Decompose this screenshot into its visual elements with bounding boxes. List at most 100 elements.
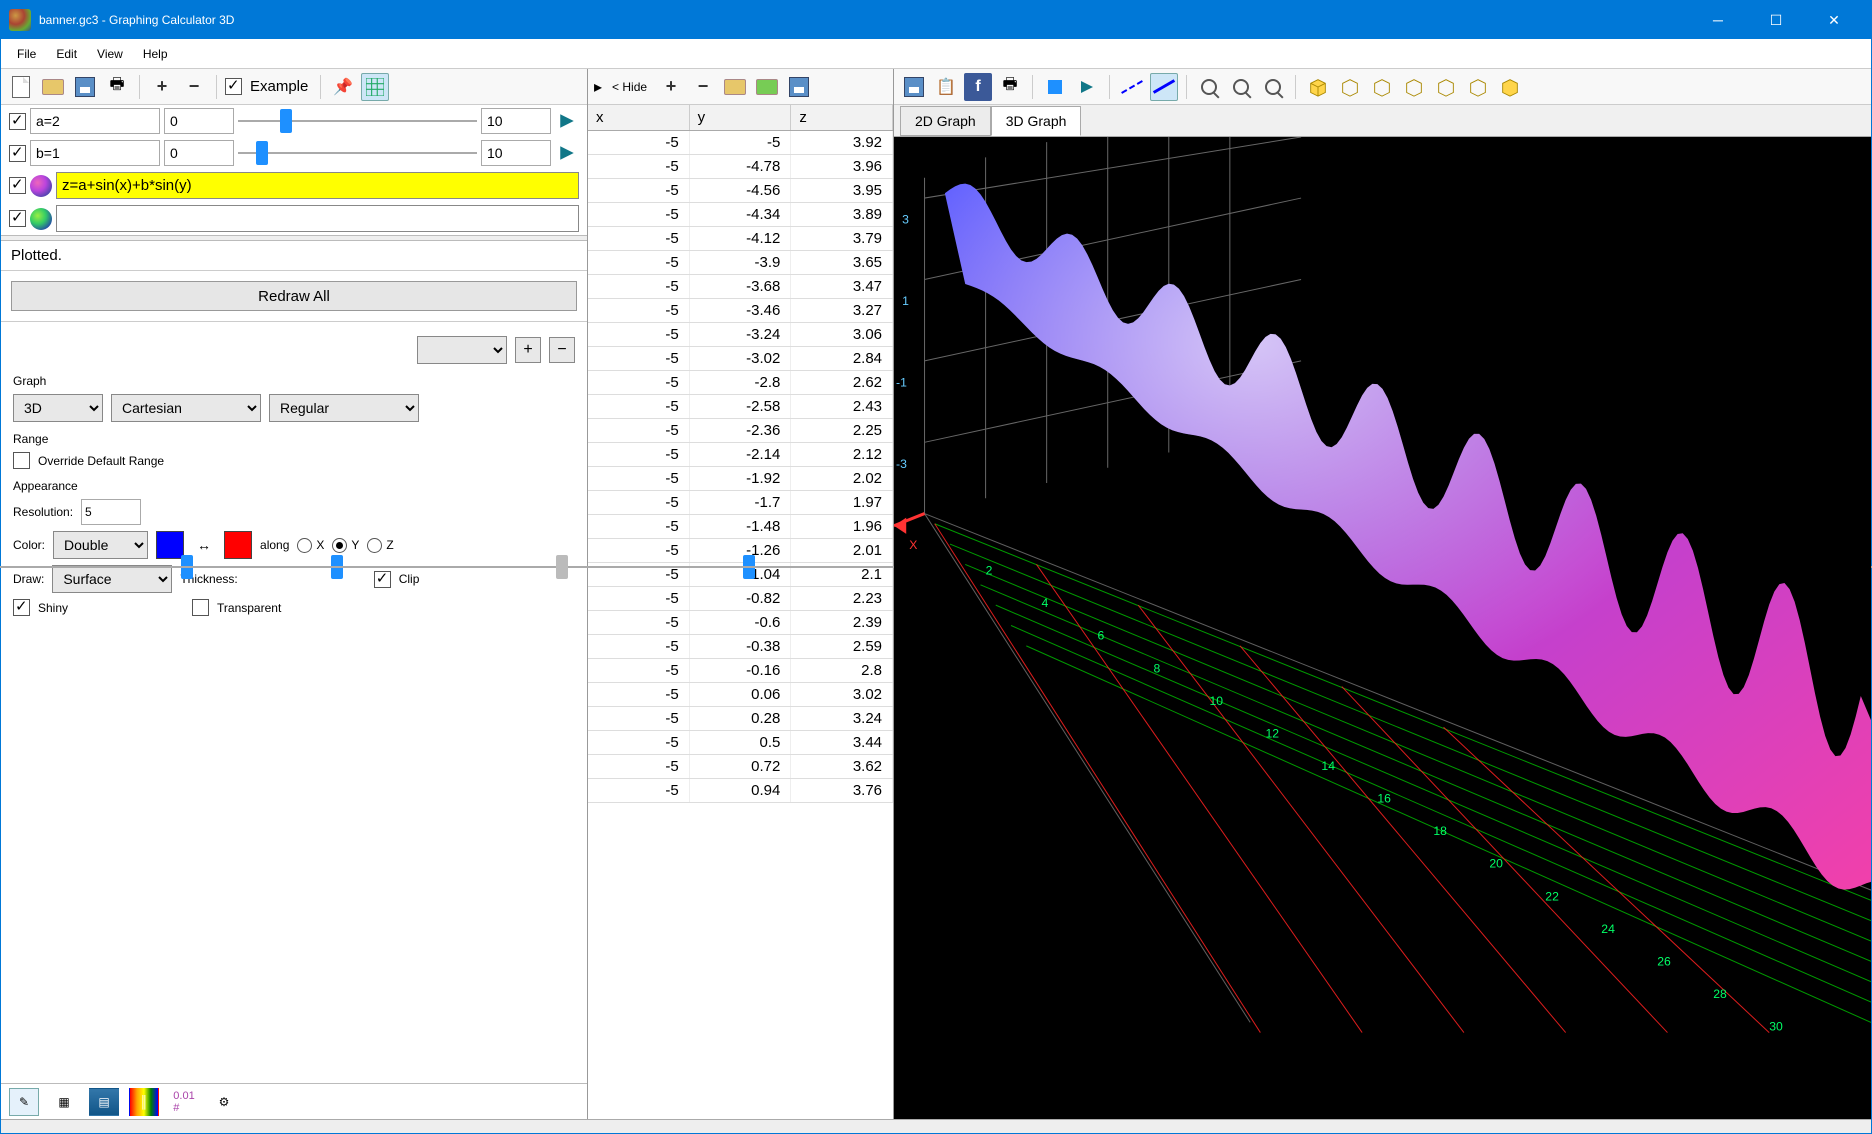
table-row[interactable]: -5-3.683.47 (588, 275, 893, 299)
var-a-max[interactable] (481, 108, 551, 134)
copy-button[interactable]: 📋 (932, 73, 960, 101)
zoom-button[interactable] (1195, 73, 1223, 101)
table-row[interactable]: -5-2.582.43 (588, 395, 893, 419)
draw-mode-select[interactable]: Surface (52, 565, 172, 593)
save-image-button[interactable] (900, 73, 928, 101)
print-graph-button[interactable]: 🖶 (996, 73, 1024, 101)
add-expr-button[interactable]: + (148, 73, 176, 101)
var-b-checkbox[interactable] (9, 145, 26, 162)
remove-expr-button[interactable]: − (180, 73, 208, 101)
shiny-checkbox[interactable] (13, 599, 30, 616)
menu-view[interactable]: View (87, 43, 133, 65)
table-row[interactable]: -5-4.343.89 (588, 203, 893, 227)
table-row[interactable]: -5-2.142.12 (588, 443, 893, 467)
expand-icon[interactable]: ▸ (594, 77, 602, 97)
new-button[interactable] (7, 73, 35, 101)
stop-button[interactable] (1041, 73, 1069, 101)
data-save-button[interactable] (785, 73, 813, 101)
open-button[interactable] (39, 73, 67, 101)
table-row[interactable]: -5-4.123.79 (588, 227, 893, 251)
table-row[interactable]: -5-3.022.84 (588, 347, 893, 371)
precision-tab-icon[interactable]: 0.01# (169, 1088, 199, 1116)
save-button[interactable] (71, 73, 99, 101)
var-a-checkbox[interactable] (9, 113, 26, 130)
data-export-button[interactable] (753, 73, 781, 101)
along-x-radio[interactable]: X (297, 538, 324, 553)
settings-tab-icon[interactable]: ⚙ (209, 1088, 239, 1116)
minimize-button[interactable]: ─ (1689, 1, 1747, 39)
graph-dim-select[interactable]: 3D (13, 394, 103, 422)
data-rows[interactable]: -5-53.92-5-4.783.96-5-4.563.95-5-4.343.8… (588, 131, 893, 1119)
close-button[interactable]: ✕ (1805, 1, 1863, 39)
table-row[interactable]: -5-4.783.96 (588, 155, 893, 179)
cube6-icon[interactable] (1464, 73, 1492, 101)
calc-tab-icon[interactable]: ▤ (89, 1088, 119, 1116)
var-a-play[interactable] (555, 109, 579, 133)
table-row[interactable]: -50.283.24 (588, 707, 893, 731)
hide-button[interactable]: < Hide (606, 80, 653, 94)
var-b-min[interactable] (164, 140, 234, 166)
data-open-button[interactable] (721, 73, 749, 101)
var-b-name[interactable] (30, 140, 160, 166)
func1-input[interactable] (56, 172, 579, 199)
table-row[interactable]: -50.943.76 (588, 779, 893, 803)
print-button[interactable]: 🖶 (103, 73, 131, 101)
table-row[interactable]: -5-3.243.06 (588, 323, 893, 347)
var-a-name[interactable] (30, 108, 160, 134)
redraw-all-button[interactable]: Redraw All (11, 281, 577, 311)
var-a-min[interactable] (164, 108, 234, 134)
func2-color-icon[interactable] (30, 208, 52, 230)
transparent-checkbox[interactable] (192, 599, 209, 616)
data-remove-button[interactable]: − (689, 73, 717, 101)
table-row[interactable]: -5-0.162.8 (588, 659, 893, 683)
table-row[interactable]: -5-2.82.62 (588, 371, 893, 395)
table-toggle-button[interactable] (361, 73, 389, 101)
table-row[interactable]: -5-0.382.59 (588, 635, 893, 659)
dashed-line-icon[interactable] (1118, 73, 1146, 101)
cube2-icon[interactable] (1336, 73, 1364, 101)
swap-colors-icon[interactable]: ↔ (192, 537, 216, 553)
graph-type-select[interactable]: Regular (269, 394, 419, 422)
play-button[interactable] (1073, 73, 1101, 101)
zoom-in-button[interactable] (1227, 73, 1255, 101)
graph-3d-viewport[interactable]: X 3 1 -1 -3 2468101214161820222426283032 (894, 137, 1871, 1119)
preset-select[interactable] (417, 336, 507, 364)
header-z[interactable]: z (791, 105, 893, 130)
along-y-radio[interactable]: Y (332, 538, 359, 553)
table-row[interactable]: -5-1.71.97 (588, 491, 893, 515)
header-x[interactable]: x (588, 105, 690, 130)
clip-checkbox[interactable] (374, 571, 391, 588)
cube1-icon[interactable] (1304, 73, 1332, 101)
pin-button[interactable]: 📌 (329, 73, 357, 101)
var-b-max[interactable] (481, 140, 551, 166)
func1-color-icon[interactable] (30, 175, 52, 197)
grid-tab-icon[interactable]: ▦ (49, 1088, 79, 1116)
palette-tab-icon[interactable]: ║ (129, 1088, 159, 1116)
cube3-icon[interactable] (1368, 73, 1396, 101)
tab-3d-graph[interactable]: 3D Graph (991, 106, 1082, 136)
pencil-tab-icon[interactable]: ✎ (9, 1088, 39, 1116)
func1-checkbox[interactable] (9, 177, 26, 194)
table-row[interactable]: -5-1.262.01 (588, 539, 893, 563)
menu-edit[interactable]: Edit (46, 43, 87, 65)
solid-line-icon[interactable] (1150, 73, 1178, 101)
tab-2d-graph[interactable]: 2D Graph (900, 106, 991, 136)
func2-input[interactable] (56, 205, 579, 232)
data-add-button[interactable]: + (657, 73, 685, 101)
table-row[interactable]: -5-3.93.65 (588, 251, 893, 275)
var-b-play[interactable] (555, 141, 579, 165)
facebook-button[interactable]: f (964, 73, 992, 101)
table-row[interactable]: -5-53.92 (588, 131, 893, 155)
along-z-radio[interactable]: Z (367, 538, 393, 553)
graph-coord-select[interactable]: Cartesian (111, 394, 261, 422)
var-b-slider[interactable] (238, 143, 477, 163)
table-row[interactable]: -50.723.62 (588, 755, 893, 779)
table-row[interactable]: -5-1.922.02 (588, 467, 893, 491)
preset-remove-button[interactable]: − (549, 337, 575, 363)
color-mode-select[interactable]: Double (53, 531, 148, 559)
color2-swatch[interactable] (224, 531, 252, 559)
color1-swatch[interactable] (156, 531, 184, 559)
table-row[interactable]: -5-4.563.95 (588, 179, 893, 203)
example-checkbox[interactable] (225, 78, 242, 95)
table-row[interactable]: -5-1.481.96 (588, 515, 893, 539)
